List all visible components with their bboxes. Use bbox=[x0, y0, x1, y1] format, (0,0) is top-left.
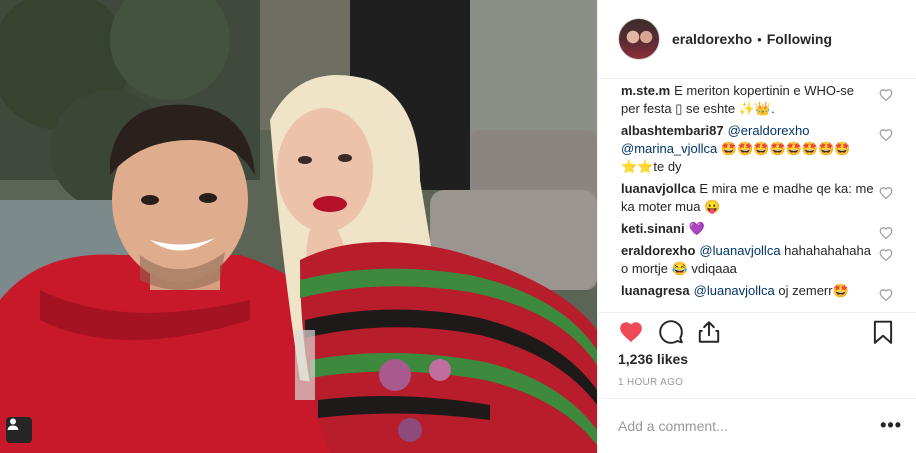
following-button[interactable]: Following bbox=[767, 31, 832, 47]
post-photo[interactable] bbox=[0, 0, 597, 453]
comment-item: keti.sinani 💜 bbox=[598, 220, 916, 240]
heart-filled-icon[interactable] bbox=[618, 319, 644, 345]
comment-like-heart-icon[interactable] bbox=[879, 128, 893, 142]
comment-like-heart-icon[interactable] bbox=[879, 226, 893, 240]
comment-item: albashtembari87 @eraldorexho @marina_vjol… bbox=[598, 122, 916, 176]
selfie-illustration bbox=[0, 0, 597, 453]
comment-item: m.ste.m E meriton kopertinin e WHO-se per… bbox=[598, 82, 916, 118]
comment-mention-link[interactable]: @luanavjollca bbox=[694, 283, 775, 298]
post-header: eraldorexho • Following bbox=[598, 0, 916, 79]
comment-username[interactable]: eraldorexho bbox=[621, 243, 695, 258]
comment-mention-link[interactable]: @luanavjollca bbox=[699, 243, 780, 258]
header-username[interactable]: eraldorexho bbox=[672, 31, 752, 47]
comment-like-heart-icon[interactable] bbox=[879, 186, 893, 200]
user-tag-icon[interactable] bbox=[6, 417, 32, 443]
comment-username[interactable]: luanagresa bbox=[621, 283, 690, 298]
comment-username[interactable]: keti.sinani bbox=[621, 221, 685, 236]
comment-item: luanagresa @luanavjollca oj zemerr🤩 bbox=[598, 282, 916, 302]
comment-text: oj zemerr🤩 bbox=[774, 283, 849, 298]
comment-icon[interactable] bbox=[658, 319, 684, 345]
comment-like-heart-icon[interactable] bbox=[879, 288, 893, 302]
more-options-icon[interactable]: ••• bbox=[880, 415, 902, 436]
add-comment-input[interactable] bbox=[618, 418, 868, 434]
comment-item: luanavjollca E mira me e madhe qe ka: me … bbox=[598, 180, 916, 216]
bookmark-icon[interactable] bbox=[870, 319, 896, 345]
comment-username[interactable]: albashtembari87 bbox=[621, 123, 724, 138]
comment-like-heart-icon[interactable] bbox=[879, 248, 893, 262]
comment-mention-link[interactable]: @eraldorexho bbox=[728, 123, 810, 138]
comment-text: 💜 bbox=[688, 221, 705, 236]
instagram-post: eraldorexho • Following m.ste.m E meriton… bbox=[0, 0, 916, 453]
post-timestamp[interactable]: 1 HOUR AGO bbox=[618, 377, 683, 388]
comment-username[interactable]: m.ste.m bbox=[621, 83, 670, 98]
post-side-panel: eraldorexho • Following m.ste.m E meriton… bbox=[597, 0, 916, 453]
comment-item: eraldorexho @luanavjollca hahahahahaha o … bbox=[598, 242, 916, 278]
comment-username[interactable]: luanavjollca bbox=[621, 181, 695, 196]
comment-like-heart-icon[interactable] bbox=[879, 88, 893, 102]
likes-count[interactable]: 1,236 likes bbox=[618, 351, 688, 367]
comments-list[interactable]: m.ste.m E meriton kopertinin e WHO-se per… bbox=[598, 80, 916, 308]
share-icon[interactable] bbox=[696, 319, 722, 345]
comment-mention-link[interactable]: @marina_vjollca bbox=[621, 141, 717, 156]
action-bar bbox=[598, 312, 916, 348]
add-comment-bar: ••• bbox=[598, 398, 916, 453]
header-separator: • bbox=[757, 31, 762, 47]
avatar[interactable] bbox=[618, 18, 660, 60]
